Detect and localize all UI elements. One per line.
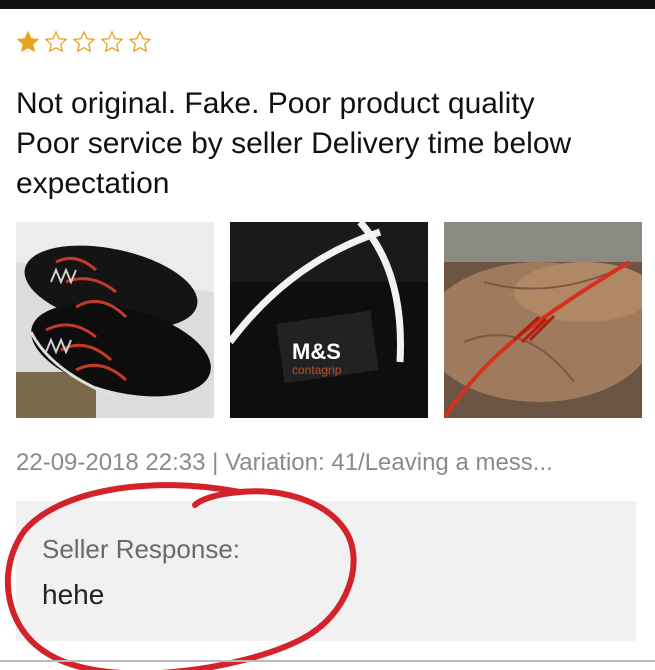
review-photo-shoes[interactable]	[16, 222, 214, 418]
star-empty-icon	[128, 30, 152, 54]
review-text-line: Poor service by seller Delivery time bel…	[16, 127, 572, 160]
shoes-photo-icon	[16, 222, 214, 418]
star-empty-icon	[72, 30, 96, 54]
rating-stars	[16, 30, 152, 54]
top-border	[0, 0, 655, 9]
review-photo-logo[interactable]: M&S contagrip	[230, 222, 428, 418]
seller-response-box: Seller Response: hehe	[16, 501, 636, 641]
red-lace-in-hand-photo-icon	[444, 222, 642, 418]
logo-sub-text: contagrip	[292, 363, 342, 377]
shoe-logo-closeup-photo-icon: M&S contagrip	[230, 222, 428, 418]
review-photos: M&S contagrip	[16, 222, 642, 418]
logo-brand-text: M&S	[292, 339, 341, 364]
review-photo-lace[interactable]	[444, 222, 642, 418]
star-filled-icon	[16, 30, 40, 54]
bottom-divider	[0, 660, 655, 662]
review-meta: 22-09-2018 22:33 | Variation: 41/Leaving…	[16, 449, 553, 476]
seller-response-title: Seller Response:	[42, 534, 240, 564]
star-empty-icon	[44, 30, 68, 54]
review-text-line: Not original. Fake. Poor product quality	[16, 87, 535, 120]
review-text: Not original. Fake. Poor product quality…	[16, 84, 646, 204]
review-text-line: expectation	[16, 167, 170, 200]
seller-response-body: hehe	[42, 579, 105, 610]
star-empty-icon	[100, 30, 124, 54]
